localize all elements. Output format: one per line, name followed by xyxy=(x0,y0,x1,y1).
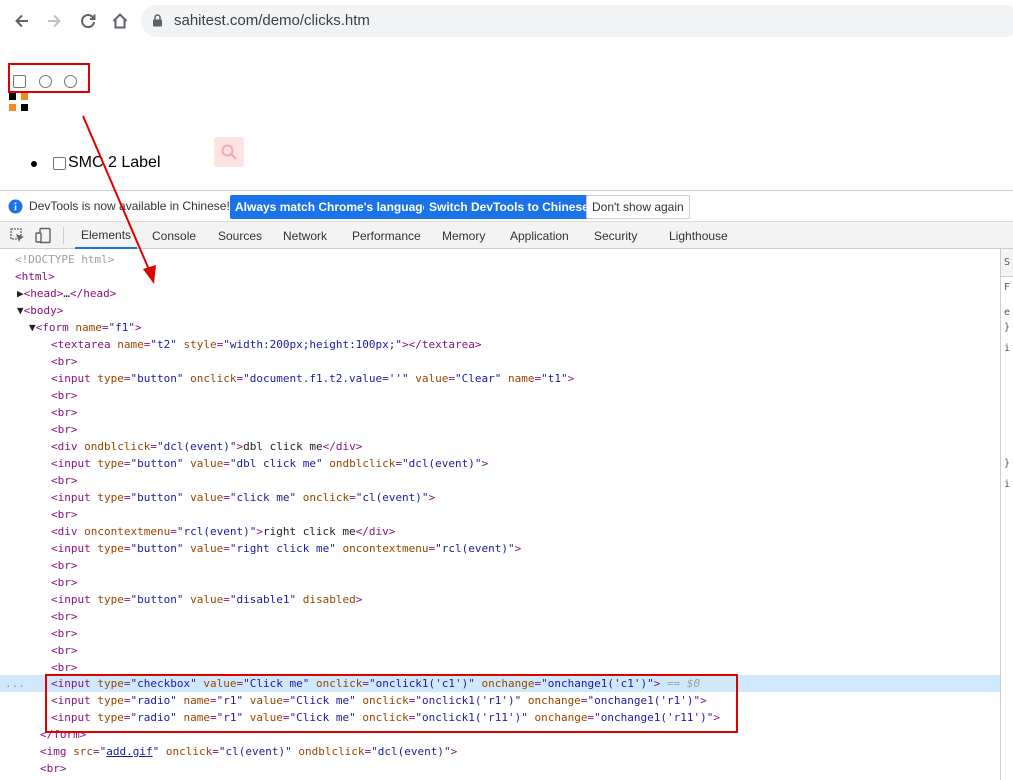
annotation-arrow xyxy=(82,115,156,284)
arrow-line xyxy=(82,115,151,273)
arrow-head-icon xyxy=(143,265,156,284)
